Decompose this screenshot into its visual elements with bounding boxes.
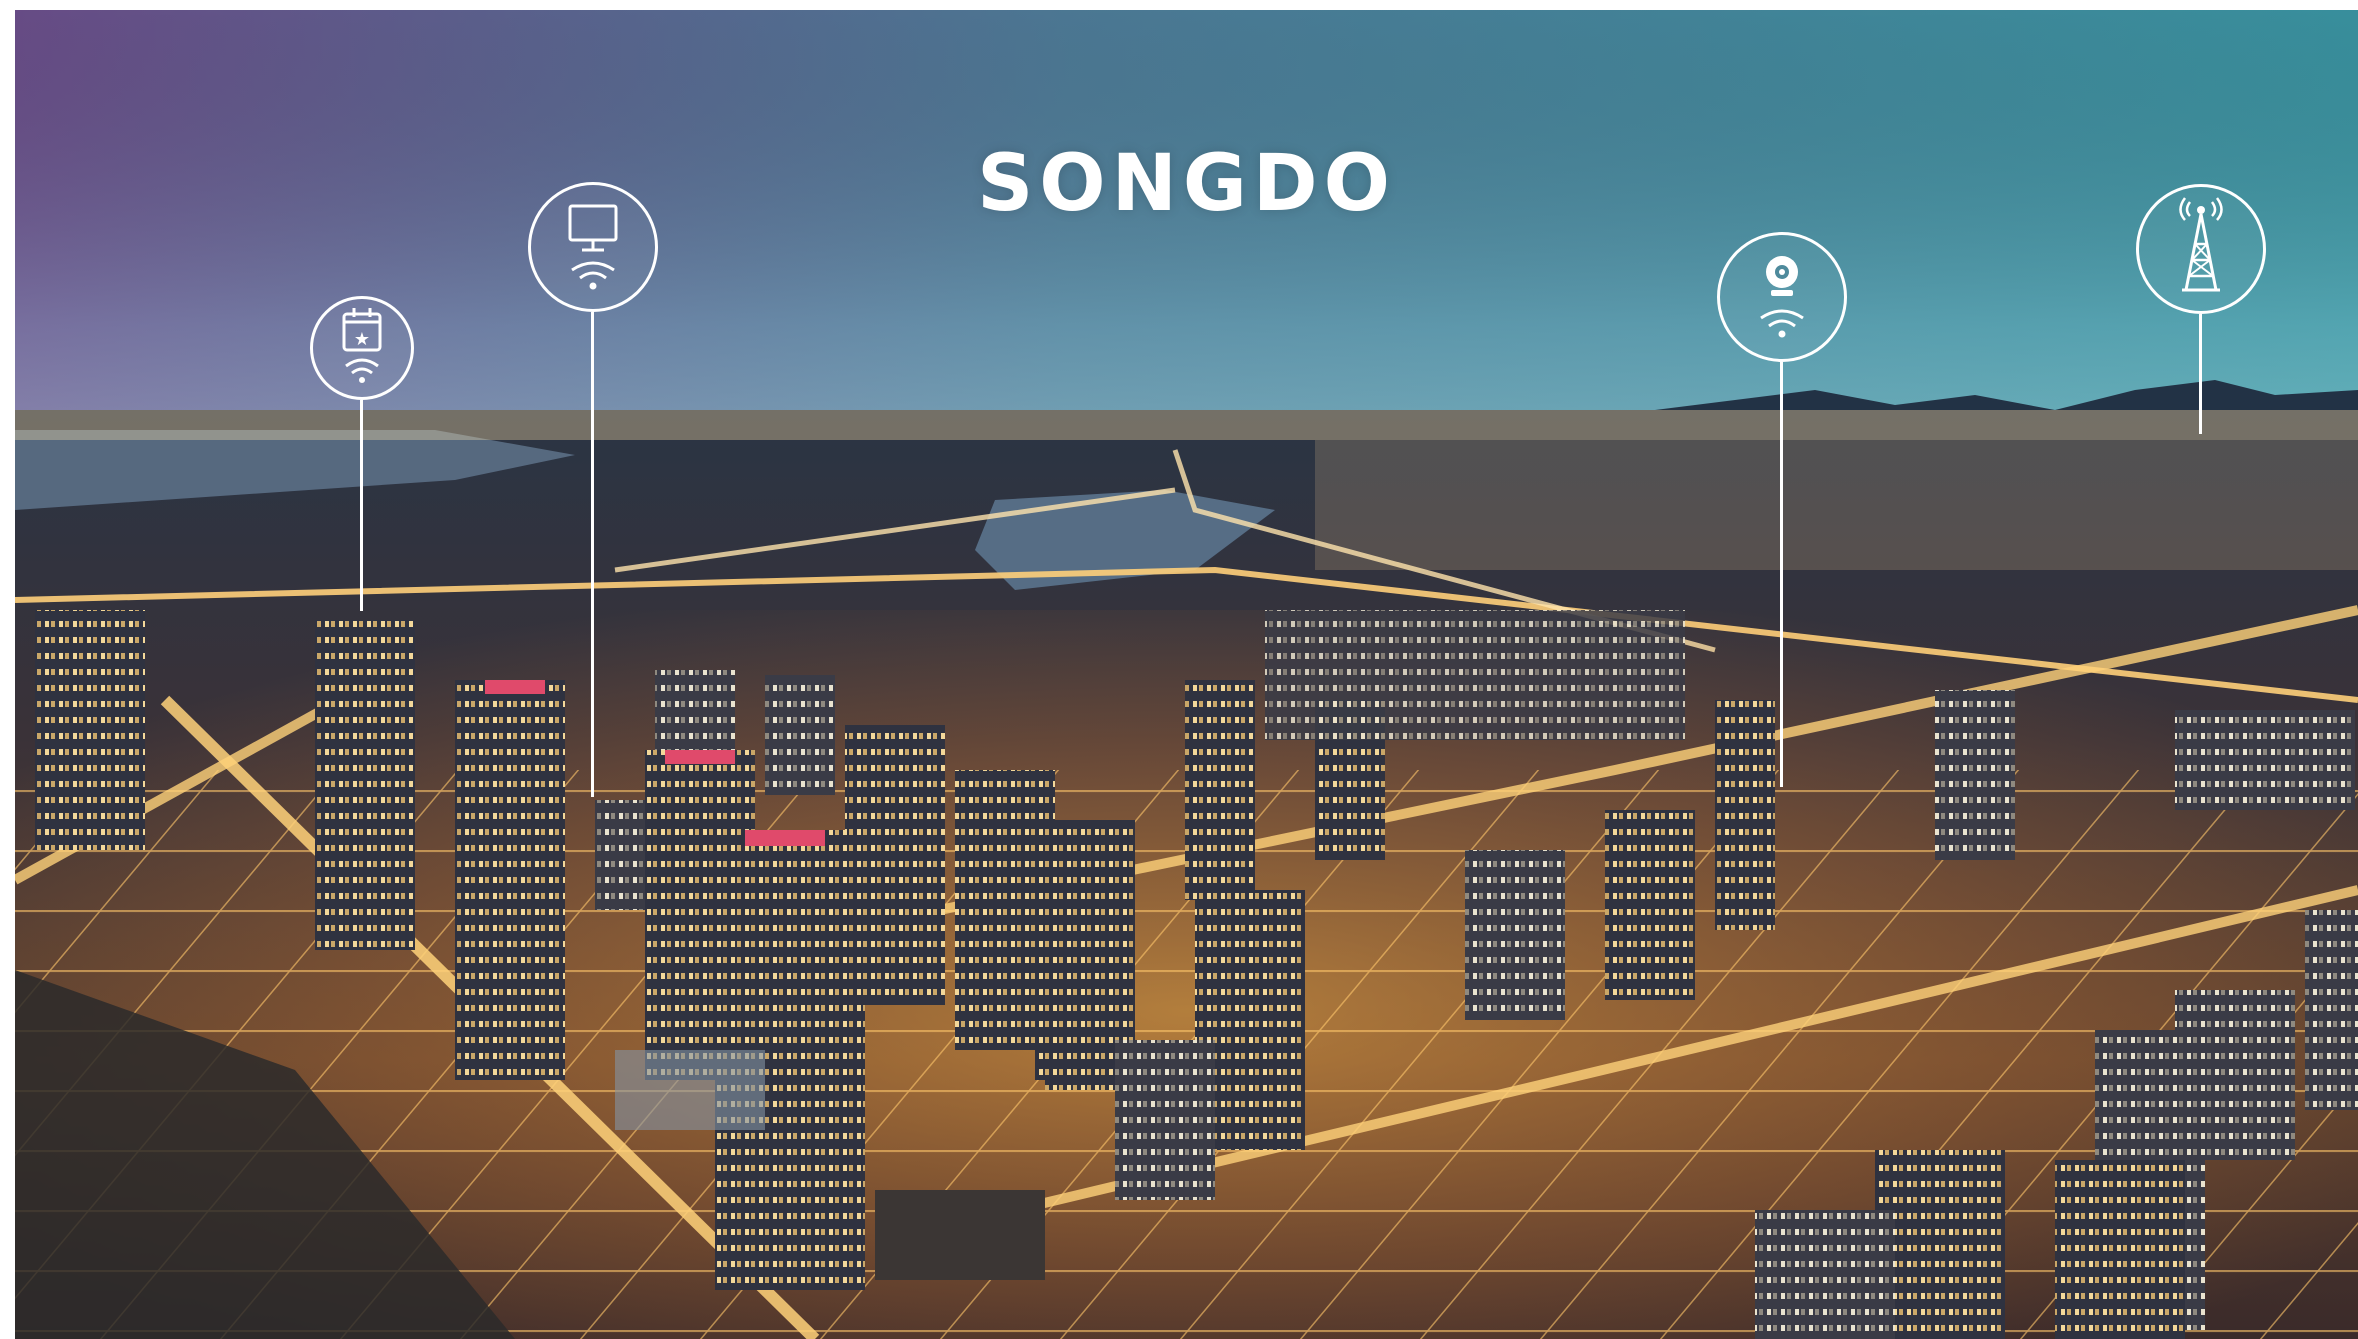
iot-marker-calendar[interactable]: ★ [310,296,414,616]
svg-text:★: ★ [354,329,370,350]
webcam-icon [1760,256,1804,338]
calendar-star-icon: ★ [342,308,382,383]
radio-tower-icon [2179,197,2223,292]
iot-marker-monitor[interactable] [528,182,658,802]
monitor-icon [568,204,618,290]
iot-marker-radio-tower[interactable] [2136,184,2266,444]
iot-marker-webcam[interactable] [1717,232,1847,792]
photo-frame: SONGDO ★ [15,10,2358,1339]
city-title: SONGDO [977,139,1396,229]
